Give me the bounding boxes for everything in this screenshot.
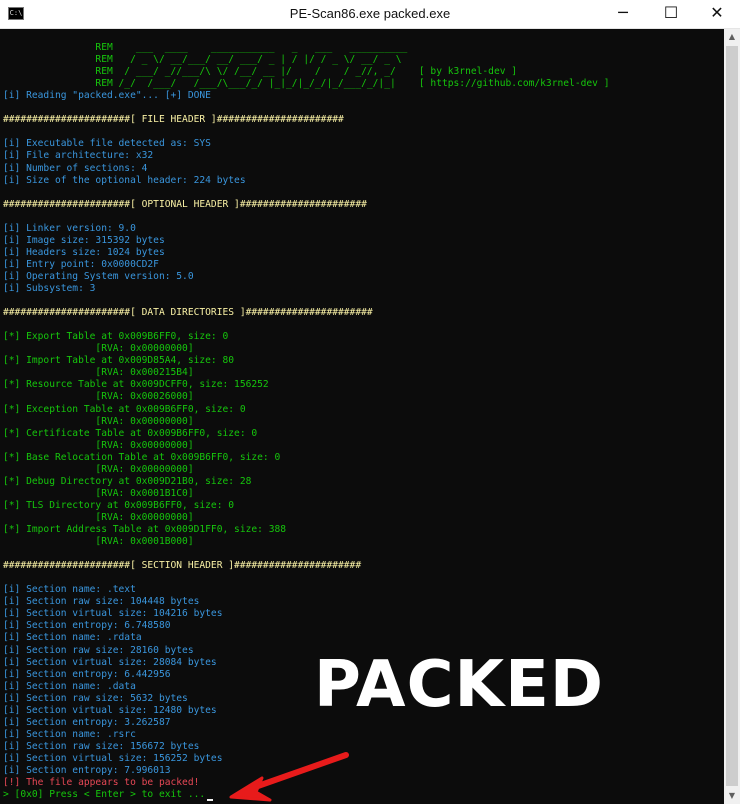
- console-window: C:\ PE-Scan86.exe packed.exe ─ ☐ ✕ REM _…: [0, 0, 740, 804]
- red-arrow-annotation-icon: [229, 752, 349, 802]
